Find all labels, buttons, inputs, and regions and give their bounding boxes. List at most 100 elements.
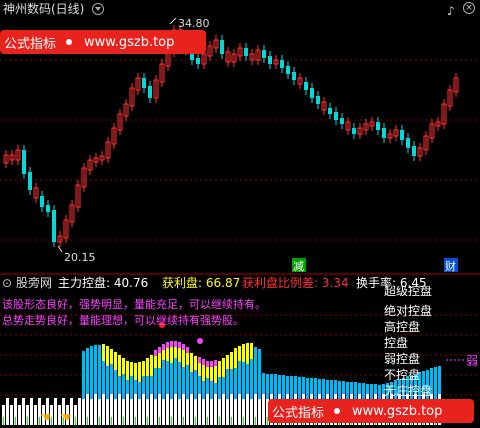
chevron-down-icon[interactable] — [92, 3, 104, 15]
green-tick — [15, 417, 16, 425]
white-bar — [178, 399, 181, 425]
green-tick — [171, 417, 172, 425]
white-bar — [198, 394, 201, 425]
yellow-bar — [222, 358, 225, 377]
green-tick — [219, 417, 220, 425]
candle-body — [52, 210, 56, 242]
yellow-bar — [190, 353, 193, 372]
candle-body — [316, 96, 320, 104]
settings-icon[interactable]: ⊙ — [2, 275, 12, 292]
magenta-bar — [182, 344, 185, 350]
green-tick — [135, 417, 136, 425]
green-tick — [75, 417, 76, 425]
candle-body — [304, 82, 308, 90]
green-tick — [255, 417, 256, 425]
banner-url: www.gszb.top — [78, 34, 181, 50]
yellow-bar — [230, 352, 233, 369]
green-tick — [147, 417, 148, 425]
magenta-bar — [174, 341, 177, 347]
white-bar — [34, 405, 37, 425]
magenta-bar — [214, 360, 217, 366]
banner-label: 公式指标 — [4, 36, 57, 52]
candle-body — [412, 146, 416, 156]
level-label-control: 控盘 — [384, 336, 409, 350]
title-bar: 神州数码(日线) ♪ × — [0, 0, 480, 18]
high-price-label: 34.80 — [178, 17, 210, 30]
bell-icon[interactable]: ♪ — [447, 2, 455, 20]
green-tick — [207, 417, 208, 425]
hand-icon: ☚ — [40, 410, 51, 424]
white-bar — [210, 399, 213, 425]
magenta-bar — [154, 350, 157, 356]
yellow-bar — [122, 358, 125, 374]
candle-body — [340, 118, 344, 124]
level-label-no-banker: 无庄控盘 — [384, 384, 433, 398]
candle-body — [142, 78, 146, 88]
field-profit-diff: 获利盘比例差: 3.34 — [242, 276, 349, 290]
white-bar — [162, 399, 165, 425]
green-tick — [87, 417, 88, 425]
magenta-bar — [206, 361, 209, 367]
yellow-bar — [142, 361, 145, 376]
watermark-banner-bottom: 公式指标 www.gszb.top — [268, 399, 474, 423]
white-bar — [238, 394, 241, 425]
green-tick — [51, 417, 52, 425]
candle-body — [46, 205, 50, 212]
event-marker-reduce-label: 减 — [293, 260, 304, 273]
white-bar — [226, 399, 229, 425]
status-message-2: 总势走势良好，量能理想，可以继续持有强势股。 — [2, 314, 244, 327]
yellow-bar — [234, 348, 237, 368]
right-tag: 弱 — [466, 354, 479, 368]
white-bar — [6, 398, 9, 425]
banner-url: www.gszb.top — [346, 403, 449, 419]
candle-body — [352, 128, 356, 134]
yellow-bar — [194, 356, 197, 370]
yellow-bar — [218, 361, 221, 377]
magenta-bar — [210, 361, 213, 367]
yellow-bar — [134, 363, 137, 380]
yellow-bar — [126, 361, 129, 380]
white-bar — [142, 394, 145, 425]
white-bar — [214, 394, 217, 425]
white-bar — [126, 394, 129, 425]
yellow-bar — [242, 344, 245, 362]
white-bar — [94, 394, 97, 425]
white-bar — [106, 399, 109, 425]
yellow-bar — [102, 344, 105, 361]
yellow-bar — [118, 355, 121, 376]
level-label-absolute: 绝对控盘 — [384, 304, 433, 318]
white-bar — [166, 394, 169, 425]
green-tick — [243, 417, 244, 425]
close-icon[interactable]: × — [463, 2, 475, 14]
yellow-bar — [110, 349, 113, 364]
green-tick — [27, 417, 28, 425]
magenta-bar — [178, 342, 181, 348]
green-tick — [123, 417, 124, 425]
white-bar — [154, 399, 157, 425]
candle-body — [40, 196, 44, 207]
candle-body — [196, 58, 200, 64]
indicator-name[interactable]: 股旁网 — [16, 275, 52, 292]
yellow-bar — [138, 362, 141, 382]
yellow-bar — [146, 358, 149, 376]
white-bar — [186, 399, 189, 425]
magenta-bar — [166, 342, 169, 348]
dot-icon — [66, 39, 73, 45]
white-bar — [82, 399, 85, 425]
white-bar — [246, 394, 249, 425]
level-label-none: 不控盘 — [384, 368, 421, 382]
white-bar — [102, 394, 105, 425]
event-marker-finance-label: 财 — [445, 259, 456, 273]
candle-body — [292, 72, 296, 80]
banner-label: 公式指标 — [272, 405, 325, 421]
white-bar — [18, 405, 21, 425]
white-bar — [258, 399, 261, 425]
magenta-bar — [198, 357, 201, 363]
hand-icon: ☚ — [60, 410, 71, 424]
candle-body — [262, 50, 266, 58]
dot-icon — [334, 408, 341, 414]
white-bar — [78, 398, 81, 425]
magenta-bar — [162, 344, 165, 350]
level-label-weak: 弱控盘 — [384, 352, 421, 366]
candle-body — [22, 150, 26, 174]
